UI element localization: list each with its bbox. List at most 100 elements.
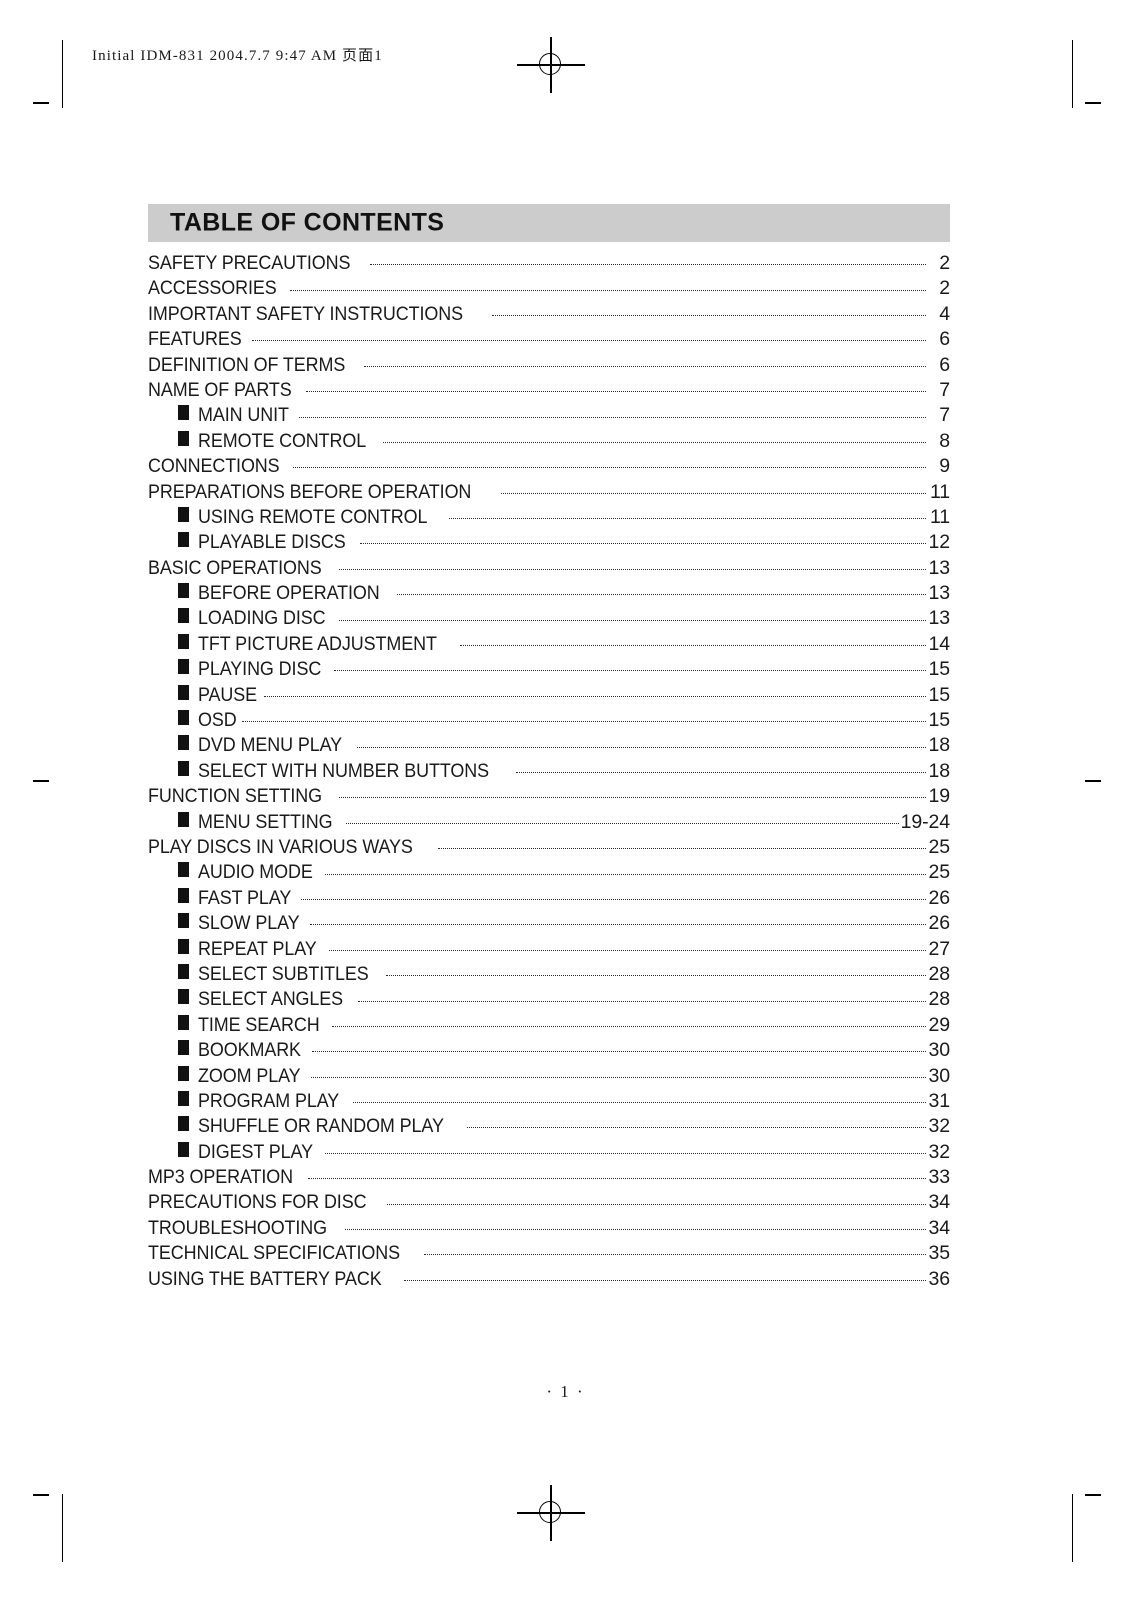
toc-entry-label: MENU SETTING <box>198 810 333 833</box>
dot-leader <box>311 1076 926 1078</box>
toc-entry-page-number: 35 <box>928 1242 951 1265</box>
dot-leader <box>338 619 926 621</box>
toc-entry-page-number: 11 <box>929 505 950 528</box>
toc-entry[interactable]: TIME SEARCH 29 <box>148 1014 950 1039</box>
toc-entry[interactable]: SELECT ANGLES 28 <box>148 988 950 1013</box>
dot-leader <box>437 848 926 850</box>
toc-entry[interactable]: USING THE BATTERY PACK 36 <box>148 1268 950 1293</box>
toc-entry[interactable]: PROGRAM PLAY 31 <box>148 1090 950 1115</box>
toc-entry[interactable]: PLAYABLE DISCS 12 <box>148 531 950 556</box>
toc-entry[interactable]: BOOKMARK 30 <box>148 1039 950 1064</box>
toc-entry[interactable]: BEFORE OPERATION 13 <box>148 582 950 607</box>
registration-mark-top <box>515 29 587 101</box>
toc-entry[interactable]: USING REMOTE CONTROL 11 <box>148 506 950 531</box>
toc-entry[interactable]: BASIC OPERATIONS 13 <box>148 557 950 582</box>
square-bullet-icon <box>178 760 189 776</box>
table-of-contents-list: SAFETY PRECAUTIONS 2 ACCESSORIES 2 IMPORTANT… <box>148 252 950 1293</box>
dot-leader <box>251 340 926 342</box>
toc-entry[interactable]: PLAYING DISC 15 <box>148 658 950 683</box>
toc-entry-label: SLOW PLAY <box>198 912 300 935</box>
toc-entry-label: ZOOM PLAY <box>198 1064 301 1087</box>
toc-entry[interactable]: SHUFFLE OR RANDOM PLAY 32 <box>148 1115 950 1140</box>
toc-entry-label: BASIC OPERATIONS <box>148 556 322 579</box>
toc-entry[interactable]: MENU SETTING 19-24 <box>148 811 950 836</box>
toc-entry[interactable]: CONNECTIONS 9 <box>148 455 950 480</box>
toc-entry-page-number: 7 <box>939 404 950 427</box>
toc-entry[interactable]: OSD 15 <box>148 709 950 734</box>
toc-entry[interactable]: ACCESSORIES 2 <box>148 277 950 302</box>
square-bullet-icon <box>178 430 189 446</box>
toc-entry-page-number: 18 <box>928 759 951 782</box>
toc-entry-label: PLAYING DISC <box>198 658 322 681</box>
toc-entry[interactable]: PREPARATIONS BEFORE OPERATION 11 <box>148 481 950 506</box>
toc-entry-page-number: 30 <box>928 1039 951 1062</box>
dot-leader <box>301 898 926 900</box>
square-bullet-icon <box>178 1040 189 1056</box>
crop-tick-bottom-left <box>33 1494 49 1496</box>
toc-entry-page-number: 15 <box>928 709 951 732</box>
toc-entry[interactable]: NAME OF PARTS 7 <box>148 379 950 404</box>
toc-entry-label: LOADING DISC <box>198 607 326 630</box>
toc-entry-label: SHUFFLE OR RANDOM PLAY <box>198 1115 444 1138</box>
toc-entry[interactable]: REPEAT PLAY 27 <box>148 938 950 963</box>
square-bullet-icon <box>178 659 189 675</box>
toc-entry-page-number: 4 <box>939 302 950 325</box>
toc-entry[interactable]: FEATURES 6 <box>148 328 950 353</box>
toc-entry-page-number: 13 <box>928 607 951 630</box>
toc-entry[interactable]: MP3 OPERATION 33 <box>148 1166 950 1191</box>
toc-entry[interactable]: LOADING DISC 13 <box>148 607 950 632</box>
toc-entry-label: ACCESSORIES <box>148 277 277 300</box>
toc-entry[interactable]: TFT PICTURE ADJUSTMENT 14 <box>148 633 950 658</box>
square-bullet-icon <box>178 405 189 421</box>
page-title: TABLE OF CONTENTS <box>170 208 445 237</box>
toc-entry[interactable]: FAST PLAY 26 <box>148 887 950 912</box>
toc-entry[interactable]: SAFETY PRECAUTIONS 2 <box>148 252 950 277</box>
toc-entry[interactable]: SELECT WITH NUMBER BUTTONS 18 <box>148 760 950 785</box>
toc-entry[interactable]: SLOW PLAY 26 <box>148 912 950 937</box>
toc-entry[interactable]: FUNCTION SETTING 19 <box>148 785 950 810</box>
toc-entry-page-number: 29 <box>928 1013 951 1036</box>
toc-entry[interactable]: MAIN UNIT 7 <box>148 404 950 429</box>
dot-leader <box>332 1025 926 1027</box>
toc-entry-page-number: 33 <box>928 1166 951 1189</box>
toc-entry[interactable]: SELECT SUBTITLES 28 <box>148 963 950 988</box>
dot-leader <box>357 1000 926 1002</box>
toc-entry[interactable]: DVD MENU PLAY 18 <box>148 734 950 759</box>
square-bullet-icon <box>178 1090 189 1106</box>
toc-entry-label: FEATURES <box>148 328 242 351</box>
dot-leader <box>338 568 926 570</box>
dot-leader <box>360 543 926 545</box>
toc-entry-page-number: 28 <box>928 988 951 1011</box>
toc-entry-label: SELECT ANGLES <box>198 988 344 1011</box>
dot-leader <box>310 924 926 926</box>
toc-entry-label: DVD MENU PLAY <box>198 734 343 757</box>
toc-entry-label: USING REMOTE CONTROL <box>198 505 428 528</box>
square-bullet-icon <box>178 887 189 903</box>
dot-leader <box>289 289 926 291</box>
toc-entry[interactable]: REMOTE CONTROL 8 <box>148 430 950 455</box>
toc-entry[interactable]: PRECAUTIONS FOR DISC 34 <box>148 1191 950 1216</box>
square-bullet-icon <box>178 532 189 548</box>
page-title-bar: TABLE OF CONTENTS <box>148 204 950 242</box>
toc-entry-label: FAST PLAY <box>198 886 292 909</box>
toc-entry-page-number: 2 <box>939 277 950 300</box>
toc-entry[interactable]: ZOOM PLAY 30 <box>148 1065 950 1090</box>
square-bullet-icon <box>178 1116 189 1132</box>
dot-leader <box>298 416 926 418</box>
toc-entry[interactable]: AUDIO MODE 25 <box>148 861 950 886</box>
toc-entry[interactable]: TECHNICAL SPECIFICATIONS 35 <box>148 1242 950 1267</box>
dot-leader <box>403 1279 926 1281</box>
dot-leader <box>241 721 926 723</box>
toc-entry[interactable]: DEFINITION OF TERMS 6 <box>148 354 950 379</box>
dot-leader <box>385 975 926 977</box>
dot-leader <box>307 1178 926 1180</box>
toc-entry-label: REMOTE CONTROL <box>198 429 367 452</box>
toc-entry-label: PAUSE <box>198 683 258 706</box>
toc-entry[interactable]: PLAY DISCS IN VARIOUS WAYS 25 <box>148 836 950 861</box>
toc-entry[interactable]: DIGEST PLAY 32 <box>148 1141 950 1166</box>
toc-entry[interactable]: TROUBLESHOOTING 34 <box>148 1217 950 1242</box>
dot-leader <box>459 645 926 647</box>
toc-entry[interactable]: IMPORTANT SAFETY INSTRUCTIONS 4 <box>148 303 950 328</box>
toc-entry[interactable]: PAUSE 15 <box>148 684 950 709</box>
toc-entry-label: MAIN UNIT <box>198 404 289 427</box>
